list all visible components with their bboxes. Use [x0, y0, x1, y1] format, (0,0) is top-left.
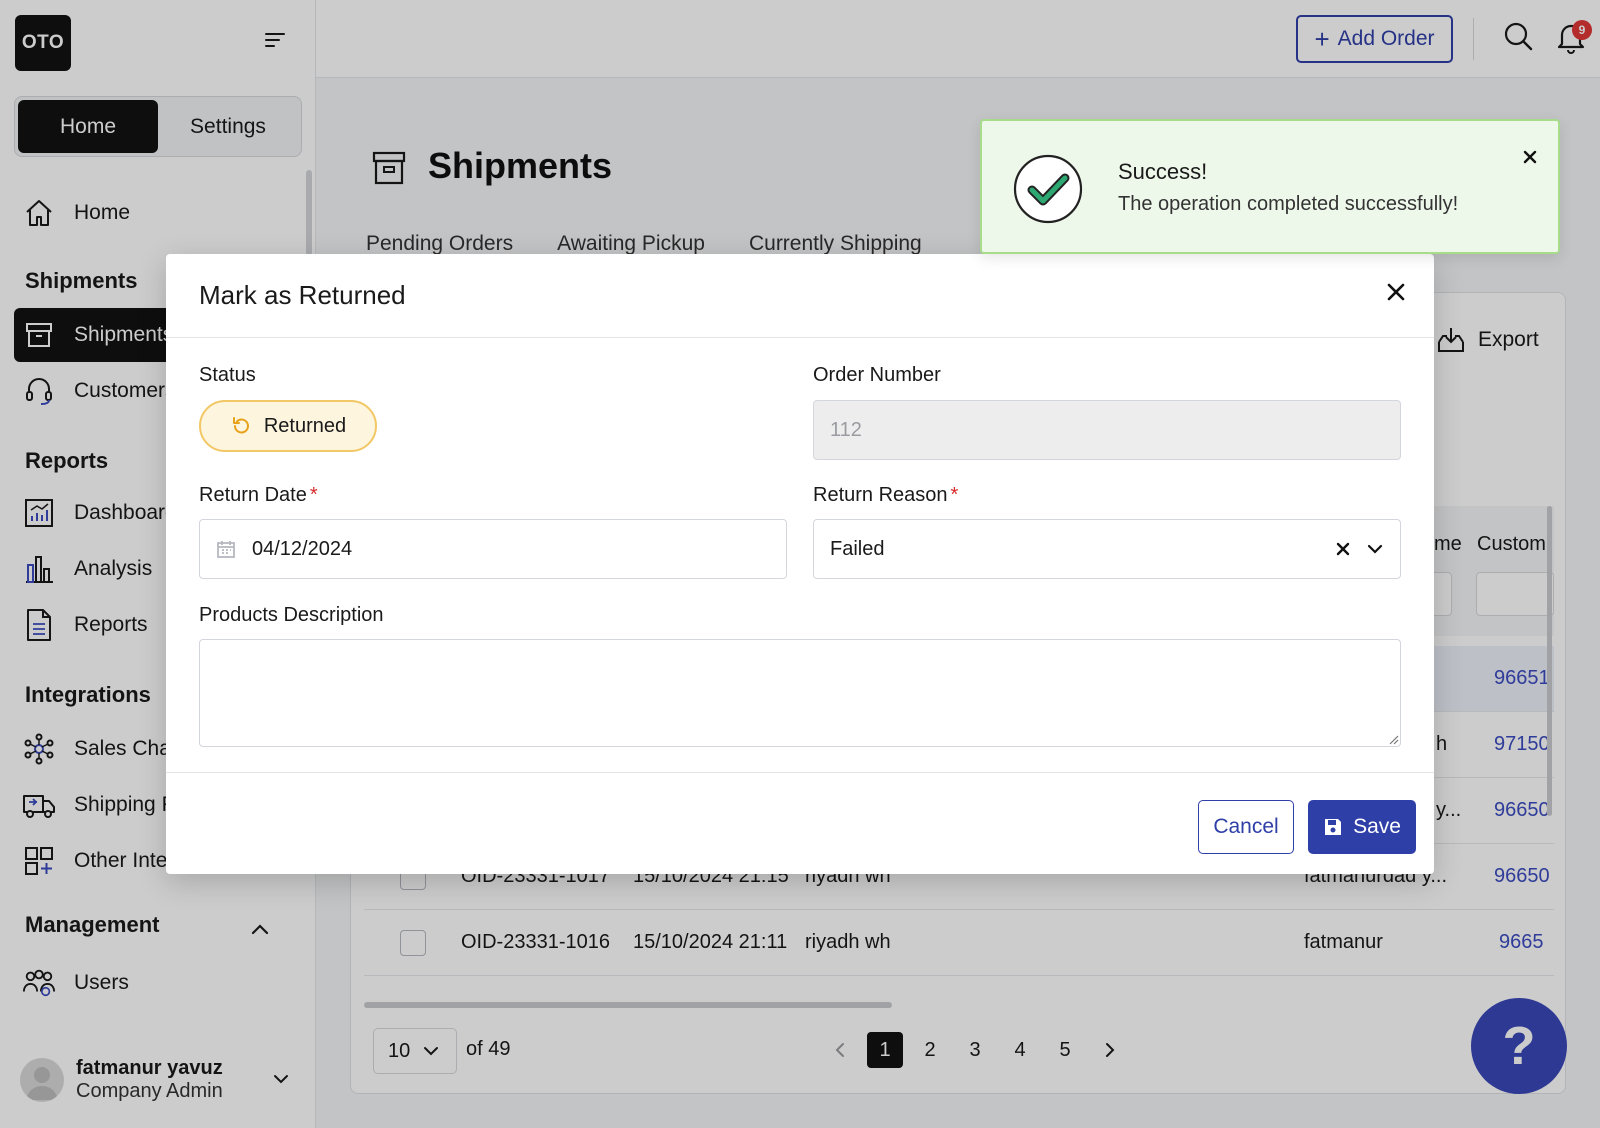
required-asterisk: *	[950, 484, 959, 506]
status-label: Status	[199, 364, 256, 386]
return-reason-label: Return Reason *	[813, 484, 958, 507]
save-button[interactable]: Save	[1308, 800, 1416, 854]
undo-icon	[232, 417, 249, 434]
return-date-label-text: Return Date	[199, 484, 307, 506]
order-number-field: 112	[813, 400, 1401, 460]
close-icon[interactable]	[1382, 278, 1410, 306]
return-date-field[interactable]: 04/12/2024	[199, 519, 787, 579]
return-reason-value: Failed	[830, 537, 885, 560]
close-icon[interactable]	[1520, 147, 1540, 167]
toast-title: Success!	[1118, 159, 1208, 184]
dialog-title: Mark as Returned	[199, 280, 406, 310]
checkmark-circle-icon	[1012, 153, 1084, 225]
status-badge: Returned	[199, 400, 377, 452]
status-badge-label: Returned	[263, 414, 347, 437]
order-number-value: 112	[830, 418, 862, 441]
required-asterisk: *	[309, 484, 318, 506]
toast-message: The operation completed successfully!	[1118, 193, 1459, 215]
dialog-header-divider	[166, 337, 1434, 338]
dialog-footer-divider	[166, 772, 1434, 773]
return-date-label: Return Date *	[199, 484, 318, 507]
success-toast: Success! The operation completed success…	[980, 119, 1560, 254]
floppy-disk-icon	[1325, 819, 1342, 835]
return-reason-label-text: Return Reason	[813, 484, 948, 506]
resize-handle-icon[interactable]	[1387, 733, 1399, 745]
order-number-label: Order Number	[813, 364, 941, 386]
mark-returned-dialog: Mark as Returned Status Returned Order N…	[166, 254, 1434, 874]
products-description-label: Products Description	[199, 604, 384, 626]
save-label: Save	[1353, 815, 1401, 838]
return-reason-select[interactable]: Failed	[813, 519, 1401, 579]
clear-icon[interactable]	[1332, 538, 1354, 560]
calendar-icon[interactable]	[216, 539, 236, 559]
chevron-down-icon[interactable]	[1364, 538, 1386, 560]
products-description-textarea[interactable]	[199, 639, 1401, 747]
cancel-button[interactable]: Cancel	[1198, 800, 1294, 854]
return-date-value: 04/12/2024	[252, 537, 353, 560]
